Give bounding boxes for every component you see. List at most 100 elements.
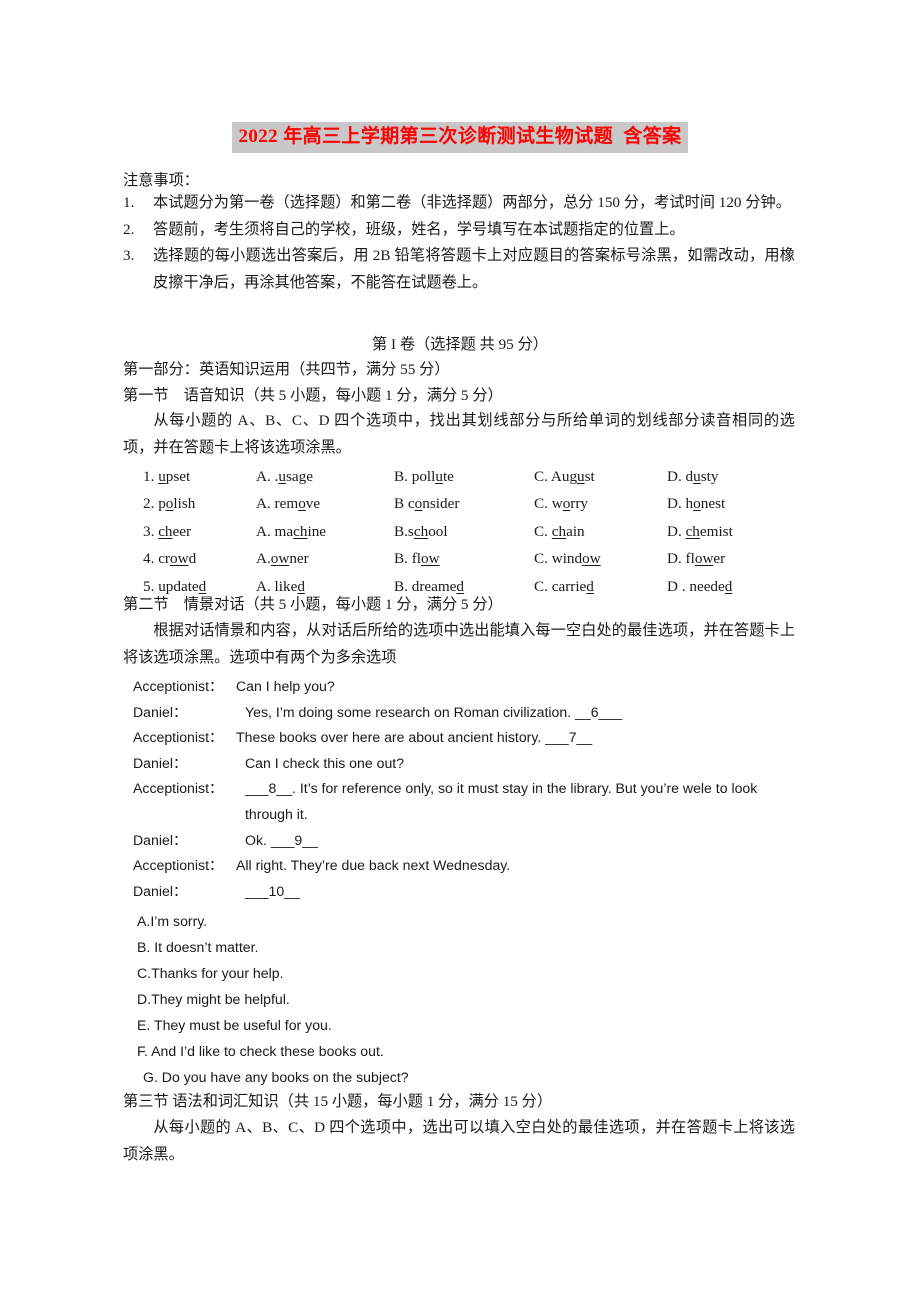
dialogue-line: Acceptionist： ___8__. It’s for reference … [133, 776, 803, 802]
underlined-part: o [693, 495, 701, 512]
dialogue-text: All right. They’re due back next Wednesd… [236, 857, 511, 874]
dialogue-option[interactable]: D.They might be helpful. [137, 986, 797, 1012]
dialogue-text: These books over here are about ancient … [236, 729, 593, 746]
option-a-cell[interactable]: A. remove [256, 486, 394, 514]
dialogue-text: Yes, I’m doing some research on Roman ci… [245, 703, 623, 720]
underlined-part: ow [170, 550, 189, 567]
section-three-instruction: 从每小题的 A、B、C、D 四个选项中，选出可以填入空白处的最佳选项，并在答题卡… [123, 1119, 795, 1163]
note-number: 1. [123, 194, 135, 211]
underlined-part: ow [582, 550, 601, 567]
dialogue-text: Can I help you? [236, 678, 335, 694]
dialogue-speaker: Daniel： [133, 882, 188, 899]
underlined-part: ch [293, 522, 308, 540]
dialogue-speaker: Acceptionist： [133, 729, 224, 746]
option-b-cell[interactable]: B.school [394, 513, 534, 541]
dialogue-text: ___8__. It’s for reference only, so it m… [245, 780, 758, 797]
underlined-part: u [577, 467, 585, 485]
dialogue-speaker: Acceptionist： [133, 857, 224, 874]
dialogue-speaker: Daniel： [133, 831, 188, 848]
option-b-cell[interactable]: B. pollute [394, 458, 534, 486]
note-item: 3. 选择题的每小题选出答案后，用 2B 铅笔将答题卡上对应题目的答案标号涂黑，… [123, 243, 795, 296]
underlined-part: d [586, 577, 594, 595]
option-a-cell[interactable]: A. machine [256, 513, 394, 541]
section-one-heading: 第一节 语音知识（共 5 小题，每小题 1 分，满分 5 分） [123, 387, 503, 404]
dialogue-speaker: Daniel： [133, 703, 188, 720]
section-two-instruction: 根据对话情景和内容，从对话后所给的选项中选出能填入每一空白处的最佳选项，并在答题… [123, 622, 795, 666]
dialogue-text: ___10__ [245, 882, 300, 899]
option-c-cell[interactable]: C. carried [534, 568, 667, 596]
option-d-cell[interactable]: D . needed [667, 568, 803, 596]
option-d-cell[interactable]: D. honest [667, 486, 803, 514]
dialogue-line: Acceptionist： All right. They’re due back… [133, 853, 803, 879]
dialogue-line: Acceptionist： Can I help you? [133, 674, 803, 700]
dialogue-option[interactable]: A.I’m sorry. [137, 908, 797, 934]
option-d-cell[interactable]: D. dusty [667, 458, 803, 486]
page-title: 2022 年高三上学期第三次诊断测试生物试题 含答案 [0, 122, 920, 153]
note-text: 答题前，考生须将自己的学校，班级，姓名，学号填写在本试题指定的位置上。 [153, 220, 685, 238]
phonetics-row: 1. upset A. .usage B. pollute C. August D. d… [143, 458, 803, 486]
volume-heading: 第 I 卷（选择题 共 95 分） [372, 336, 548, 353]
section-one-instruction: 从每小题的 A、B、C、D 四个选项中，找出其划线部分与所给单词的划线部分读音相… [123, 412, 795, 456]
dialogue-line: Daniel： Ok. ___9__ [133, 828, 803, 854]
dialogue-line: Daniel： Can I check this one out? [133, 751, 803, 777]
dialogue-line: Daniel： Yes, I’m doing some research on R… [133, 700, 803, 726]
underlined-part: ch [685, 522, 700, 540]
option-b-cell[interactable]: B. flow [394, 541, 534, 569]
notes-list: 1. 本试题分为第一卷（选择题）和第二卷（非选择题）两部分，总分 150 分，考… [123, 190, 795, 296]
note-number: 2. [123, 220, 135, 238]
note-text: 本试题分为第一卷（选择题）和第二卷（非选择题）两部分，总分 150 分，考试时间… [153, 194, 791, 211]
dialogue-text: through it. [245, 805, 308, 822]
section-two-heading: 第二节 情景对话（共 5 小题，每小题 1 分，满分 5 分） [123, 596, 503, 613]
option-a-cell[interactable]: A. .usage [256, 458, 394, 486]
dialogue-option[interactable]: C.Thanks for your help. [137, 960, 797, 986]
underlined-part: ow [694, 550, 714, 567]
dialogue-option[interactable]: F. And I’d like to check these books out… [137, 1038, 797, 1064]
dialogue-speaker: Acceptionist： [133, 678, 224, 694]
option-c-cell[interactable]: C. August [534, 458, 667, 486]
dialogue-text: Ok. ___9__ [245, 831, 318, 848]
option-c-cell[interactable]: C. worry [534, 486, 667, 514]
phonetics-table: 1. upset A. .usage B. pollute C. August D. d… [143, 458, 803, 596]
phonetics-row: 3. cheer A. machine B.school C. chain D. che… [143, 513, 803, 541]
stem-cell: 2. polish [143, 495, 196, 512]
option-b-cell[interactable]: B consider [394, 486, 534, 514]
note-text: 选择题的每小题选出答案后，用 2B 铅笔将答题卡上对应题目的答案标号涂黑，如需改… [153, 247, 795, 291]
stem-cell: 1. upset [143, 467, 191, 485]
dialogue-options: A.I’m sorry. B. It doesn’t matter. C.Thank… [137, 908, 797, 1090]
underlined-part: o [298, 495, 306, 512]
option-d-cell[interactable]: D. flower [667, 541, 803, 569]
underlined-part: ow [270, 550, 290, 567]
dialogue-speaker: Daniel： [133, 754, 188, 771]
note-item: 1. 本试题分为第一卷（选择题）和第二卷（非选择题）两部分，总分 150 分，考… [123, 190, 795, 217]
dialogue-line: Daniel： ___10__ [133, 879, 803, 905]
underlined-part: u [158, 467, 166, 485]
note-item: 2. 答题前，考生须将自己的学校，班级，姓名，学号填写在本试题指定的位置上。 [123, 217, 795, 244]
section-three-heading: 第三节 语法和词汇知识（共 15 小题，每小题 1 分，满分 15 分） [123, 1093, 553, 1110]
stem-cell: 4. crowd [143, 550, 197, 567]
option-a-cell[interactable]: A.owner [256, 541, 394, 569]
part-one-heading: 第一部分：英语知识运用（共四节，满分 55 分） [123, 361, 450, 378]
dialogue-block: Acceptionist： Can I help you? Daniel： Yes, … [133, 674, 803, 904]
dialogue-line: through it. [133, 802, 803, 828]
dialogue-text: Can I check this one out? [245, 754, 405, 771]
dialogue-speaker: Acceptionist： [133, 780, 224, 797]
exam-page: 2022 年高三上学期第三次诊断测试生物试题 含答案 注意事项： 1. 本试题分… [0, 0, 920, 1302]
dialogue-option[interactable]: B. It doesn’t matter. [137, 934, 797, 960]
underlined-part: ch [551, 522, 567, 540]
stem-cell: 3. cheer [143, 522, 192, 540]
phonetics-row: 2. polish A. remove B consider C. worry D. h… [143, 486, 803, 514]
underlined-part: ch [413, 522, 429, 540]
option-c-cell[interactable]: C. window [534, 541, 667, 569]
underlined-part: u [693, 467, 701, 485]
underlined-part: u [435, 467, 443, 485]
dialogue-option[interactable]: E. They must be useful for you. [137, 1012, 797, 1038]
underlined-part: ch [158, 522, 173, 540]
note-number: 3. [123, 247, 135, 264]
underlined-part: ow [421, 550, 440, 567]
option-d-cell[interactable]: D. chemist [667, 513, 803, 541]
phonetics-row: 4. crowd A.owner B. flow C. window D. flower [143, 541, 803, 569]
underlined-part: d [724, 577, 733, 595]
option-c-cell[interactable]: C. chain [534, 513, 667, 541]
dialogue-line: Acceptionist： These books over here are a… [133, 725, 803, 751]
dialogue-option[interactable]: G. Do you have any books on the subject? [137, 1064, 797, 1090]
